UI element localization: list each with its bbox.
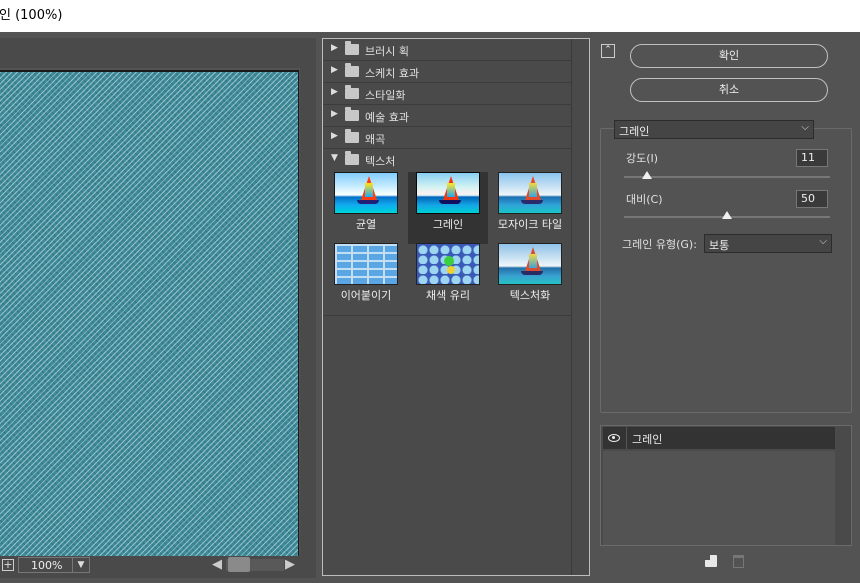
category-texture[interactable]: ▼ 텍스처 xyxy=(323,149,572,171)
contrast-label: 대비(C) xyxy=(626,193,663,206)
horizontal-scroll-thumb[interactable] xyxy=(228,557,250,572)
preview-top-bar xyxy=(0,38,316,68)
thumbnail-image xyxy=(334,172,398,214)
grain-type-select[interactable]: 보통 ⌵ xyxy=(704,234,832,253)
thumbnail-label: 균열 xyxy=(355,218,377,231)
folder-icon xyxy=(345,63,359,77)
expand-arrow-icon[interactable]: ▶ xyxy=(331,87,338,97)
cancel-button[interactable]: 취소 xyxy=(630,78,828,102)
category-label: 예술 효과 xyxy=(365,111,409,124)
grain-type-label: 그레인 유형(G): xyxy=(622,238,697,251)
filter-gallery: ▶ 브러시 획 ▶ 스케치 효과 ▶ 스타일화 ▶ 예술 효과 ▶ 왜곡 ▼ 텍… xyxy=(322,38,590,576)
layers-scrollbar[interactable] xyxy=(837,426,851,545)
folder-icon xyxy=(345,85,359,99)
ok-button[interactable]: 확인 xyxy=(630,44,828,68)
grain-type-value: 보통 xyxy=(709,239,730,252)
intensity-slider-thumb[interactable] xyxy=(641,171,652,179)
category-brush-strokes[interactable]: ▶ 브러시 획 xyxy=(323,39,572,61)
filter-select-value: 그레인 xyxy=(619,125,650,138)
expand-arrow-icon[interactable]: ▶ xyxy=(331,65,338,75)
contrast-input[interactable]: 50 xyxy=(796,190,828,208)
intensity-label: 강도(I) xyxy=(626,152,659,165)
filter-thumb-stained-glass[interactable]: 채색 유리 xyxy=(408,243,488,315)
category-distort[interactable]: ▶ 왜곡 xyxy=(323,127,572,149)
window-title: 인 (100%) xyxy=(0,8,63,23)
contrast-slider-thumb[interactable] xyxy=(722,211,732,219)
category-label: 텍스처 xyxy=(365,155,396,168)
trash-icon[interactable] xyxy=(733,555,744,568)
folder-icon xyxy=(345,129,359,143)
filter-settings-panel xyxy=(600,128,852,413)
title-bar: 인 (100%) xyxy=(0,0,860,32)
folder-icon xyxy=(345,107,359,121)
visibility-toggle[interactable] xyxy=(603,427,627,449)
preview-canvas[interactable] xyxy=(0,70,299,565)
scroll-left-icon[interactable]: ◀ xyxy=(212,557,222,572)
chevron-down-icon: ⌵ xyxy=(801,122,809,133)
effect-layers-panel: 그레인 xyxy=(600,425,852,546)
gallery-divider xyxy=(323,315,572,316)
thumbnail-image xyxy=(416,172,480,214)
filter-thumb-mosaic-tiles[interactable]: 모자이크 타일 xyxy=(490,172,570,244)
thumbnail-label: 이어붙이기 xyxy=(340,289,392,302)
filter-thumb-craquelure[interactable]: 균열 xyxy=(326,172,406,244)
chevron-down-icon: ⌵ xyxy=(819,236,827,247)
preview-panel: + 100% ▼ ◀ ▶ xyxy=(0,38,316,578)
filter-thumb-texturizer[interactable]: 텍스처화 xyxy=(490,243,570,315)
thumbnail-label: 모자이크 타일 xyxy=(497,218,563,231)
category-label: 스케치 효과 xyxy=(365,67,420,80)
expand-arrow-icon[interactable]: ▶ xyxy=(331,43,338,53)
intensity-slider[interactable] xyxy=(624,176,830,178)
thumbnail-image xyxy=(416,243,480,285)
filter-thumb-patchwork[interactable]: 이어붙이기 xyxy=(326,243,406,315)
thumbnail-label: 채색 유리 xyxy=(426,289,470,302)
category-stylize[interactable]: ▶ 스타일화 xyxy=(323,83,572,105)
zoom-in-icon[interactable]: + xyxy=(2,559,14,571)
thumbnail-image xyxy=(498,243,562,285)
thumbnail-image xyxy=(498,172,562,214)
effect-layer-row[interactable]: 그레인 xyxy=(603,427,835,449)
chevron-down-icon[interactable]: ▼ xyxy=(72,558,89,572)
new-effect-layer-icon[interactable] xyxy=(705,555,717,567)
filter-thumb-grain[interactable]: 그레인 xyxy=(408,172,488,244)
thumbnail-label: 텍스처화 xyxy=(509,289,551,302)
layer-list-empty xyxy=(603,451,835,545)
preview-vertical-scrollbar[interactable] xyxy=(300,38,316,558)
category-label: 스타일화 xyxy=(365,89,406,102)
category-label: 브러시 획 xyxy=(365,45,409,58)
collapse-arrow-icon[interactable]: ▼ xyxy=(331,153,338,163)
category-sketch[interactable]: ▶ 스케치 효과 xyxy=(323,61,572,83)
category-artistic[interactable]: ▶ 예술 효과 xyxy=(323,105,572,127)
intensity-input[interactable]: 11 xyxy=(796,149,828,167)
eye-icon xyxy=(608,434,620,442)
zoom-value: 100% xyxy=(31,559,63,572)
category-label: 왜곡 xyxy=(365,133,386,146)
collapse-gallery-icon[interactable]: ⌃ xyxy=(601,44,615,58)
expand-arrow-icon[interactable]: ▶ xyxy=(331,109,338,119)
folder-open-icon xyxy=(345,151,359,165)
expand-arrow-icon[interactable]: ▶ xyxy=(331,131,338,141)
thumbnail-label: 그레인 xyxy=(432,218,464,231)
filter-select[interactable]: 그레인 ⌵ xyxy=(614,120,814,139)
scroll-right-icon[interactable]: ▶ xyxy=(285,557,295,572)
folder-icon xyxy=(345,41,359,55)
thumbnail-image xyxy=(334,243,398,285)
gallery-scrollbar[interactable] xyxy=(571,39,589,575)
effect-layer-name: 그레인 xyxy=(632,433,663,446)
zoom-select[interactable]: 100% ▼ xyxy=(18,557,90,573)
